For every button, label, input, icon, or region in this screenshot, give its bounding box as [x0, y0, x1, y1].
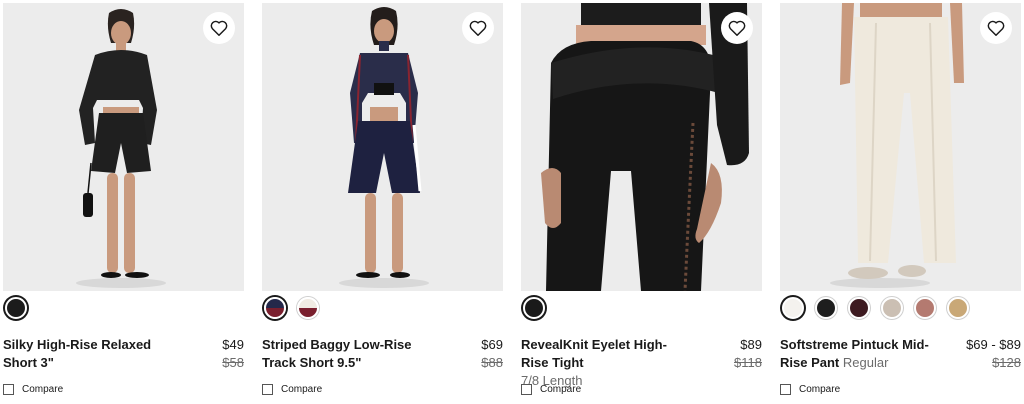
product-image[interactable]: [262, 3, 503, 291]
compare-checkbox[interactable]: Compare: [262, 384, 322, 395]
wishlist-button[interactable]: [721, 12, 753, 44]
product-price: $89 $118: [734, 336, 762, 372]
product-image[interactable]: [3, 3, 244, 291]
product-grid: Silky High-Rise Relaxed Short 3" $49 $58…: [0, 0, 1024, 404]
color-swatches: [521, 295, 547, 321]
color-swatches: [262, 295, 321, 321]
heart-icon: [469, 20, 487, 36]
product-price: $49 $58: [222, 336, 244, 372]
sale-price: $49: [222, 337, 244, 352]
product-card[interactable]: Softstreme Pintuck Mid-Rise Pant Regular…: [780, 0, 1021, 404]
heart-icon: [987, 20, 1005, 36]
wishlist-button[interactable]: [980, 12, 1012, 44]
color-swatch[interactable]: [947, 297, 969, 319]
color-swatches: [780, 295, 971, 321]
checkbox[interactable]: [262, 384, 273, 395]
product-price: $69 - $89 $128: [966, 336, 1021, 372]
color-swatch[interactable]: [881, 297, 903, 319]
original-price: $58: [222, 355, 244, 370]
color-swatch[interactable]: [5, 297, 27, 319]
compare-label: Compare: [281, 384, 323, 395]
original-price: $128: [992, 355, 1021, 370]
original-price: $88: [481, 355, 503, 370]
color-swatch[interactable]: [523, 297, 545, 319]
color-swatches: [3, 295, 29, 321]
color-swatch[interactable]: [264, 297, 286, 319]
wishlist-button[interactable]: [462, 12, 494, 44]
color-swatch[interactable]: [848, 297, 870, 319]
compare-label: Compare: [540, 384, 582, 395]
color-swatch[interactable]: [297, 297, 319, 319]
product-image[interactable]: [780, 3, 1021, 291]
product-image[interactable]: [521, 3, 762, 291]
sale-price: $69: [481, 337, 503, 352]
color-swatch[interactable]: [914, 297, 936, 319]
product-name[interactable]: RevealKnit Eyelet High-Rise Tight 7/8 Len…: [521, 336, 693, 390]
product-price: $69 $88: [481, 336, 503, 372]
compare-checkbox[interactable]: Compare: [3, 384, 63, 395]
heart-icon: [728, 20, 746, 36]
original-price: $118: [734, 355, 762, 370]
sale-price: $69 - $89: [966, 337, 1021, 352]
product-subtitle: Regular: [842, 355, 889, 370]
product-card[interactable]: Silky High-Rise Relaxed Short 3" $49 $58…: [3, 0, 244, 404]
checkbox[interactable]: [3, 384, 14, 395]
color-swatch[interactable]: [815, 297, 837, 319]
product-name[interactable]: Striped Baggy Low-Rise Track Short 9.5": [262, 336, 434, 372]
heart-icon: [210, 20, 228, 36]
sale-price: $89: [740, 337, 762, 352]
checkbox[interactable]: [780, 384, 791, 395]
product-card[interactable]: RevealKnit Eyelet High-Rise Tight 7/8 Len…: [521, 0, 762, 404]
product-name[interactable]: Silky High-Rise Relaxed Short 3": [3, 336, 175, 372]
product-name[interactable]: Softstreme Pintuck Mid-Rise Pant Regular: [780, 336, 952, 372]
wishlist-button[interactable]: [203, 12, 235, 44]
checkbox[interactable]: [521, 384, 532, 395]
compare-checkbox[interactable]: Compare: [780, 384, 840, 395]
product-card[interactable]: Striped Baggy Low-Rise Track Short 9.5" …: [262, 0, 503, 404]
compare-checkbox[interactable]: Compare: [521, 384, 581, 395]
color-swatch[interactable]: [782, 297, 804, 319]
compare-label: Compare: [799, 384, 841, 395]
compare-label: Compare: [22, 384, 64, 395]
